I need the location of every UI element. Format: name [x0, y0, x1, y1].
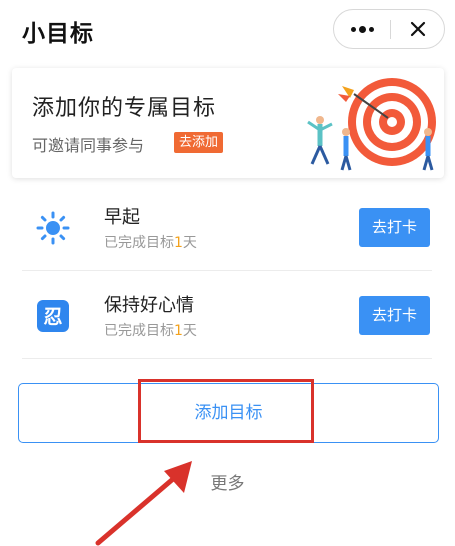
goal-progress: 已完成目标1天 [104, 232, 197, 252]
progress-days: 1 [174, 323, 183, 339]
goal-name: 早起 [104, 207, 140, 228]
nav-bar: 小目标 [0, 0, 455, 60]
ren-glyph: 忍 [43, 306, 62, 328]
mini-program-capsule [333, 9, 445, 49]
progress-days: 1 [174, 235, 183, 251]
banner-subtitle: 可邀请同事参与 [32, 136, 145, 155]
goal-progress: 已完成目标1天 [104, 320, 197, 340]
goal-name: 保持好心情 [104, 295, 194, 316]
annotation-arrow-icon [95, 461, 192, 546]
dot [350, 26, 356, 32]
sun-icon [36, 211, 70, 245]
banner-title: 添加你的专属目标 [32, 96, 217, 121]
check-in-button[interactable]: 去打卡 [359, 296, 430, 335]
progress-prefix: 已完成目标 [104, 323, 174, 339]
add-goal-banner[interactable]: 添加你的专属目标 可邀请同事参与 去添加 [12, 68, 444, 178]
page-title: 小目标 [22, 21, 94, 47]
close-x-glyph [410, 21, 426, 37]
goal-item[interactable]: 早起 已完成目标1天 去打卡 [22, 183, 432, 271]
progress-suffix: 天 [182, 235, 197, 251]
progress-suffix: 天 [182, 323, 197, 339]
progress-prefix: 已完成目标 [104, 235, 174, 251]
close-icon[interactable] [391, 10, 445, 48]
dot [368, 26, 374, 32]
annotation-highlight-box [138, 379, 314, 443]
patience-ren-icon: 忍 [37, 300, 69, 332]
more-dots-icon[interactable] [334, 10, 390, 48]
archery-target-illustration [307, 78, 436, 171]
more-link[interactable]: 更多 [0, 469, 455, 494]
row-divider [22, 358, 432, 359]
goal-item[interactable]: 忍 保持好心情 已完成目标1天 去打卡 [22, 271, 432, 359]
dot [358, 25, 366, 33]
check-in-button[interactable]: 去打卡 [359, 208, 430, 247]
go-add-button[interactable]: 去添加 [174, 132, 224, 153]
